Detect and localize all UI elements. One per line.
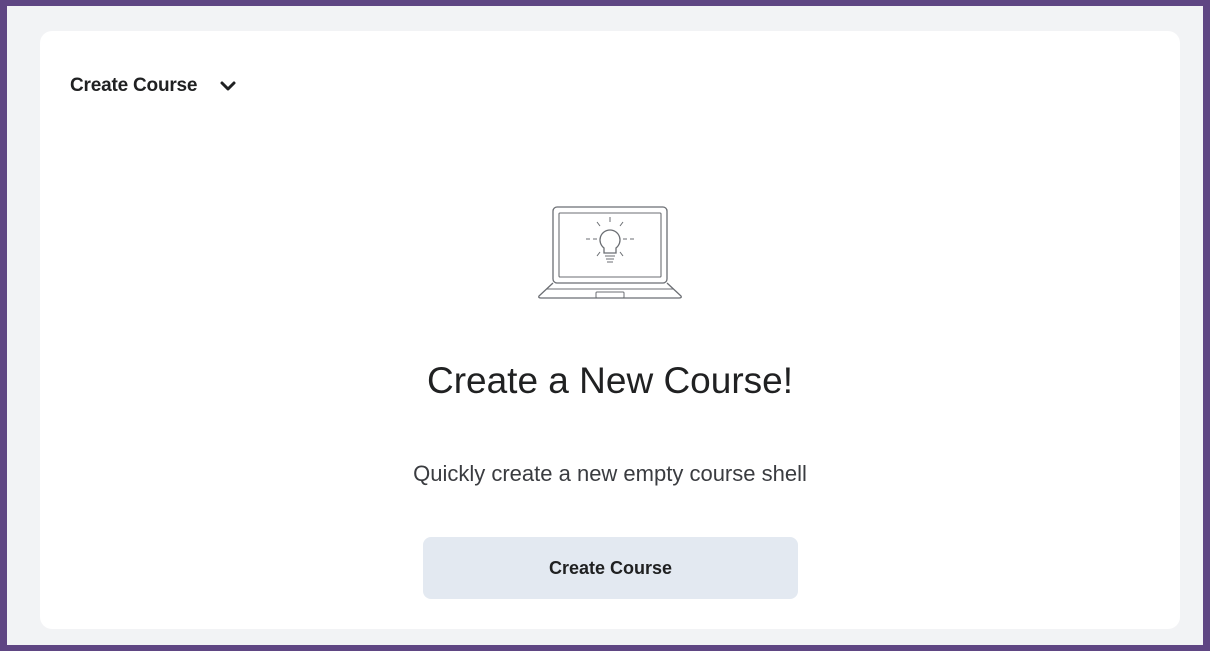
empty-state-heading: Create a New Course!	[426, 360, 794, 401]
create-course-widget: Create Course Create a New Course! Quick…	[40, 31, 1180, 629]
laptop-lightbulb-illustration	[537, 203, 683, 303]
chevron-down-icon[interactable]	[219, 79, 237, 93]
widget-header-dropdown[interactable]: Create Course	[70, 75, 237, 97]
widget-title: Create Course	[70, 75, 198, 96]
page-frame: Create Course Create a New Course! Quick…	[0, 0, 1210, 651]
empty-state-description: Quickly create a new empty course shell	[413, 461, 807, 486]
create-course-button[interactable]: Create Course	[423, 537, 798, 599]
